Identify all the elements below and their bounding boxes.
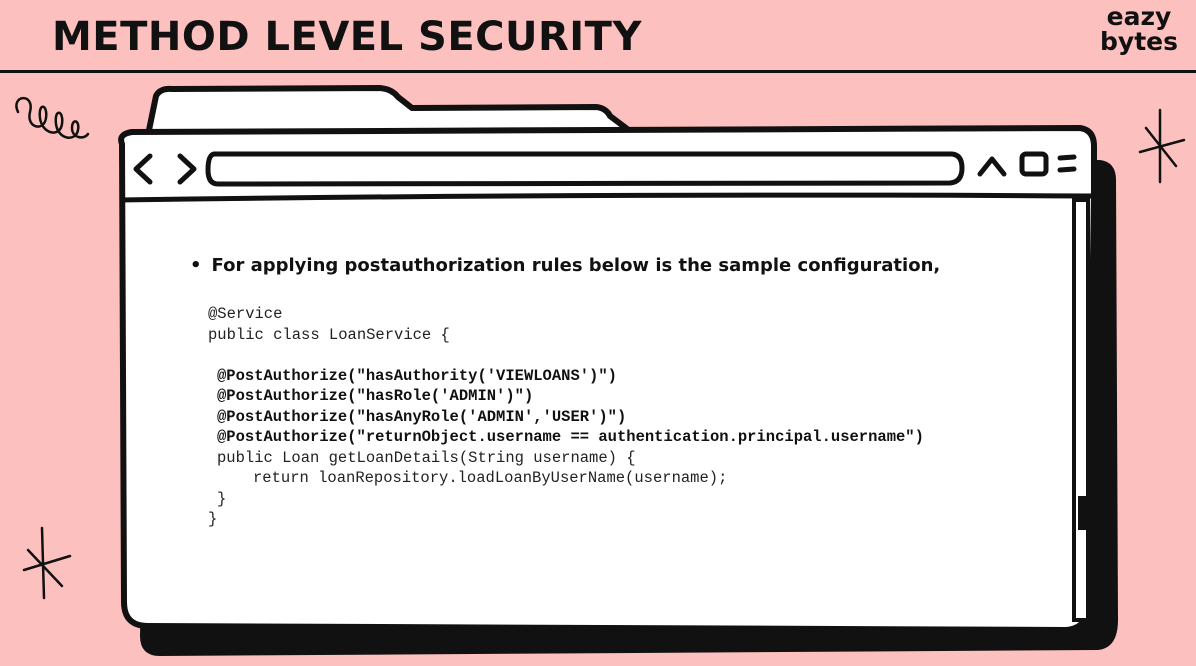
bullet-dot: • <box>190 255 202 276</box>
bullet-item: • For applying postauthorization rules b… <box>190 255 1070 276</box>
code-line: return loanRepository.loadLoanByUserName… <box>253 469 728 487</box>
scrollbar-track <box>1072 198 1090 622</box>
sparkle-doodle-right <box>1138 108 1186 184</box>
square-icon <box>1019 151 1049 177</box>
sparkle-doodle-left <box>22 526 72 600</box>
code-line: } <box>217 489 227 508</box>
code-line: @PostAuthorize("hasRole('ADMIN')") <box>217 387 534 405</box>
squiggle-doodle <box>15 96 90 139</box>
code-line: @PostAuthorize("returnObject.username ==… <box>217 428 924 446</box>
code-sample: @Service public class LoanService { @PostA… <box>208 304 924 530</box>
scrollbar-thumb <box>1078 496 1086 530</box>
code-line: @Service <box>208 305 283 323</box>
bullet-text: For applying postauthorization rules bel… <box>211 255 941 276</box>
code-line: public Loan getLoanDetails(String userna… <box>217 448 636 467</box>
code-line: } <box>208 510 218 528</box>
code-line: @PostAuthorize("hasAnyRole('ADMIN','USER… <box>217 407 627 426</box>
code-line: @PostAuthorize("hasAuthority('VIEWLOANS'… <box>217 366 617 385</box>
code-line: public class LoanService { <box>208 325 450 344</box>
address-bar <box>205 151 965 187</box>
slide-content: • For applying postauthorization rules b… <box>190 255 1070 528</box>
